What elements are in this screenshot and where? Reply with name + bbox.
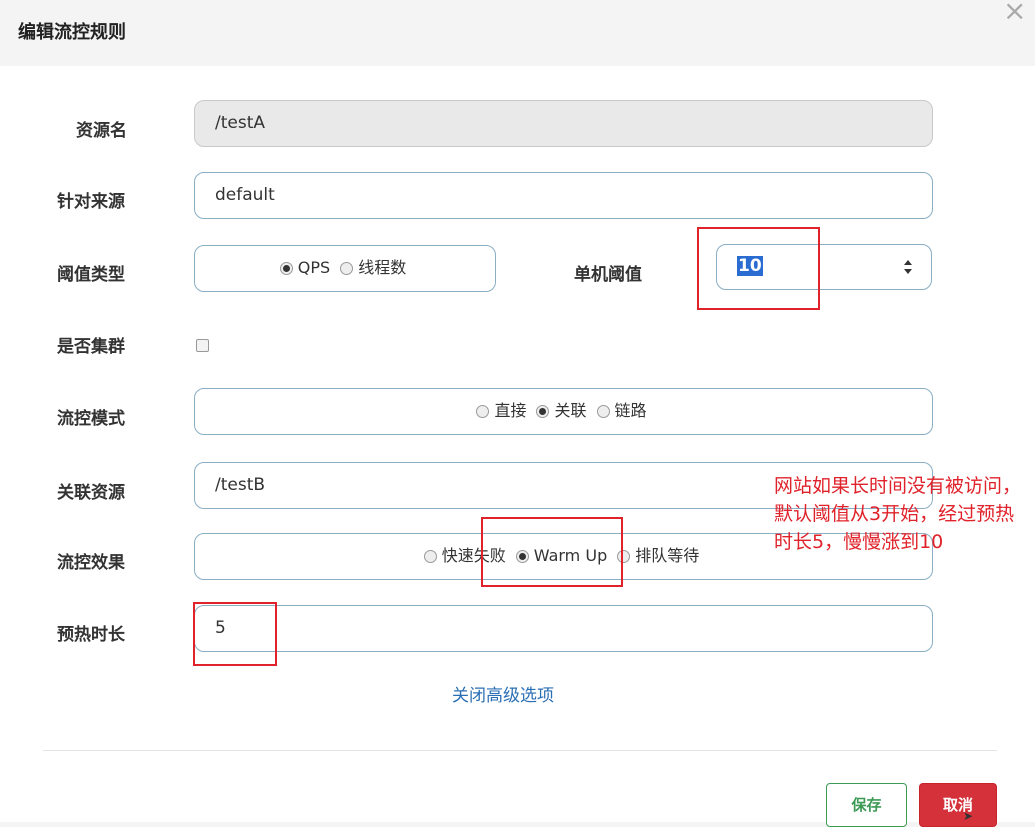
resource-name-field: /testA <box>194 100 933 147</box>
ref-resource-label: 关联资源 <box>57 483 125 503</box>
limit-app-label: 针对来源 <box>57 192 125 212</box>
highlight-box-warmup <box>481 517 623 587</box>
threshold-type-label: 阈值类型 <box>57 265 125 285</box>
control-mode-direct[interactable]: 直接 <box>476 389 526 433</box>
highlight-box-threshold <box>697 227 820 310</box>
threshold-type-group: QPS 线程数 <box>194 245 496 292</box>
control-mode-relate[interactable]: 关联 <box>536 389 587 433</box>
cancel-button[interactable]: 取消 <box>919 783 997 827</box>
radio-checked-icon[interactable] <box>536 404 550 418</box>
radio-unchecked-icon[interactable] <box>596 404 610 418</box>
mouse-cursor-icon: ➤ <box>963 809 974 823</box>
threshold-type-thread-label: 线程数 <box>358 258 407 277</box>
close-advanced-link[interactable]: 关闭高级选项 <box>452 681 554 706</box>
dialog-title: 编辑流控规则 <box>18 22 126 43</box>
control-effect-queue-label: 排队等待 <box>635 546 700 565</box>
cluster-checkbox[interactable] <box>196 339 209 352</box>
spinner-icon[interactable] <box>903 258 913 276</box>
threshold-type-qps-label: QPS <box>297 258 331 277</box>
radio-unchecked-icon[interactable] <box>340 261 354 275</box>
control-effect-label: 流控效果 <box>57 553 125 573</box>
radio-unchecked-icon[interactable] <box>423 549 437 563</box>
threshold-type-qps[interactable]: QPS <box>279 246 331 290</box>
control-mode-relate-label: 关联 <box>554 401 587 420</box>
cluster-label: 是否集群 <box>57 337 125 357</box>
control-mode-direct-label: 直接 <box>494 401 527 420</box>
control-effect-queue[interactable]: 排队等待 <box>617 534 699 578</box>
threshold-type-thread[interactable]: 线程数 <box>340 246 406 290</box>
single-threshold-label: 单机阈值 <box>574 265 642 285</box>
footer-divider <box>43 750 997 751</box>
save-button[interactable]: 保存 <box>826 783 907 827</box>
warmup-period-input[interactable]: 5 <box>194 605 933 652</box>
warmup-period-label: 预热时长 <box>57 625 125 645</box>
close-icon[interactable]: × <box>1003 0 1026 27</box>
highlight-box-period <box>193 602 277 666</box>
control-mode-chain-label: 链路 <box>614 401 647 420</box>
limit-app-input[interactable]: default <box>194 172 933 219</box>
radio-checked-icon[interactable] <box>279 261 293 275</box>
annotation-note: 网站如果长时间没有被访问，默认阈值从3开始，经过预热时长5，慢慢涨到10 <box>774 475 1022 553</box>
control-mode-chain[interactable]: 链路 <box>596 389 647 433</box>
dialog-header: 编辑流控规则 × <box>0 0 1035 64</box>
resource-name-label: 资源名 <box>76 121 127 141</box>
control-mode-label: 流控模式 <box>57 409 125 429</box>
radio-unchecked-icon[interactable] <box>476 404 490 418</box>
control-mode-group: 直接 关联 链路 <box>194 388 933 435</box>
